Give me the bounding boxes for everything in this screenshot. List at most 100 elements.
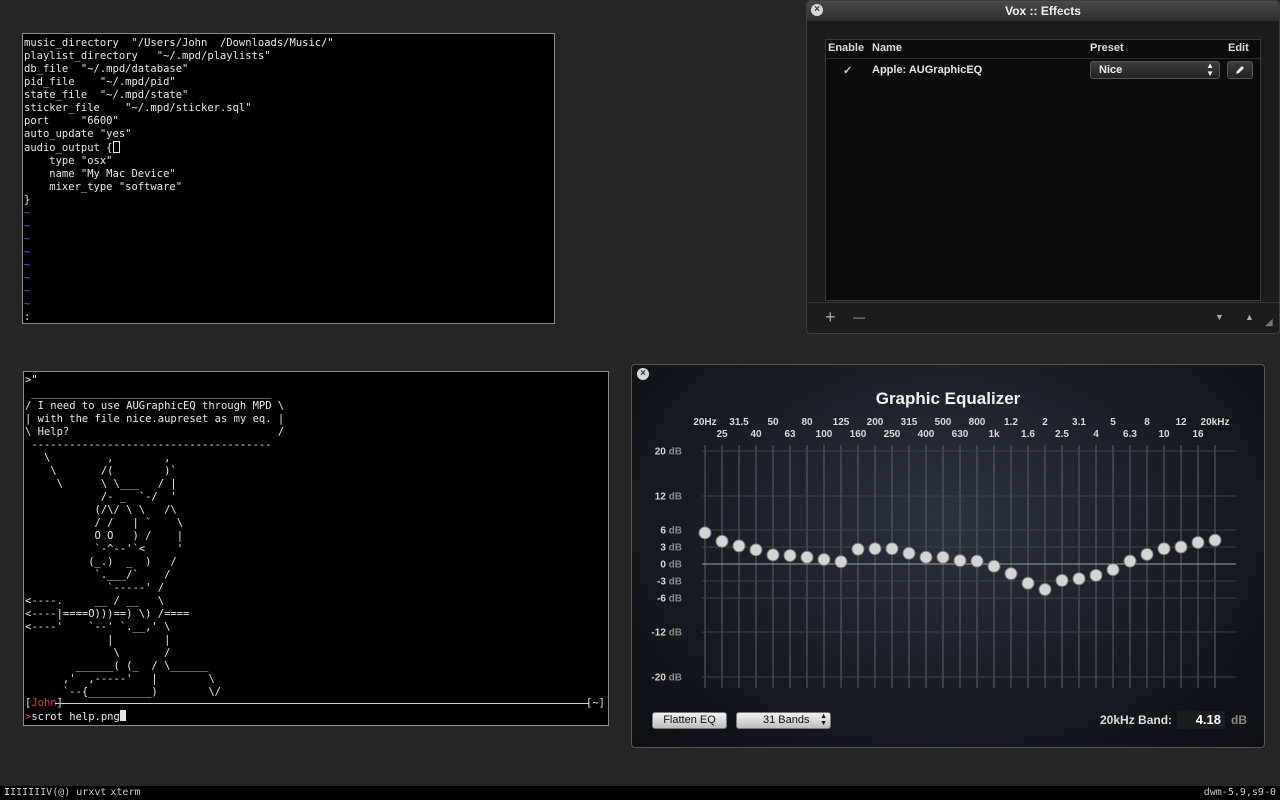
freq-label-bottom: 40 xyxy=(750,429,762,440)
preset-value: Nice xyxy=(1099,64,1123,76)
band-slider-knob[interactable] xyxy=(1055,573,1069,587)
band-slider-knob[interactable] xyxy=(970,554,984,568)
band-slider-knob[interactable] xyxy=(732,539,746,553)
band-slider-knob[interactable] xyxy=(783,549,797,562)
resize-grip-icon[interactable]: ◢ xyxy=(1265,317,1273,328)
band-slider-knob[interactable] xyxy=(766,548,780,562)
band-slider-knob[interactable] xyxy=(1191,535,1205,549)
equalizer-graph[interactable]: 20 dB12 dB6 dB3 dB0 dB-3 dB-6 dB-12 dB-2… xyxy=(632,365,1264,747)
band-slider-knob[interactable] xyxy=(1123,554,1137,568)
db-tick-label: -20 dB xyxy=(651,673,682,684)
db-unit: dB xyxy=(669,673,682,684)
db-unit: dB xyxy=(669,560,682,571)
header-edit[interactable]: Edit xyxy=(1228,42,1249,54)
band-slider-knob[interactable] xyxy=(698,526,712,540)
freq-label-top: 800 xyxy=(969,417,986,428)
effects-titlebar[interactable]: × Vox :: Effects xyxy=(807,1,1279,21)
bands-select-value: 31 Bands xyxy=(763,714,810,726)
band-slider-knob[interactable] xyxy=(817,552,831,566)
config-line: auto_update "yes" xyxy=(24,128,132,140)
band-slider-knob[interactable] xyxy=(834,555,848,569)
freq-label-top: 2 xyxy=(1042,417,1048,428)
db-tick-label: 6 dB xyxy=(660,526,682,537)
shell-prompt[interactable]: >scrot help.png xyxy=(25,710,126,724)
freq-label-bottom: 400 xyxy=(918,429,935,440)
band-slider-knob[interactable] xyxy=(953,554,967,568)
dwm-status-bar: IIIIIIIV(@) urxvt xterm dwm-5.9,s9-0 xyxy=(0,786,1280,800)
status-divider xyxy=(55,703,589,704)
dwm-tag[interactable]: IV xyxy=(40,787,52,798)
band-value-field[interactable]: 4.18 xyxy=(1177,711,1225,729)
dwm-tag[interactable]: (@) xyxy=(52,787,70,798)
pencil-icon xyxy=(1236,66,1244,74)
freq-label-bottom: 6.3 xyxy=(1123,429,1137,440)
band-slider-knob[interactable] xyxy=(1021,576,1035,590)
band-slider-knob[interactable] xyxy=(1089,568,1103,582)
band-slider-knob[interactable] xyxy=(885,542,899,556)
remove-icon[interactable]: — xyxy=(853,310,865,324)
effects-window[interactable]: × Vox :: Effects Enable Name Preset Edit… xyxy=(806,0,1280,334)
config-line: audio_output { xyxy=(24,142,113,154)
band-label: 20kHz Band: xyxy=(1100,713,1173,727)
config-line: pid_file "~/.mpd/pid" xyxy=(24,76,176,88)
freq-label-top: 8 xyxy=(1144,417,1150,428)
vim-command-line[interactable]: : xyxy=(24,311,554,323)
bands-select[interactable]: 31 Bands ▲ ▼ xyxy=(736,712,831,729)
move-up-icon[interactable]: ▲ xyxy=(1245,312,1254,322)
header-preset[interactable]: Preset xyxy=(1090,42,1124,54)
freq-label-top: 50 xyxy=(767,417,779,428)
freq-label-top: 20kHz xyxy=(1201,417,1230,428)
flatten-eq-button[interactable]: Flatten EQ xyxy=(652,712,727,729)
table-row[interactable]: ✓ Apple: AUGraphicEQ Nice ▲ ▼ xyxy=(826,59,1260,81)
preset-select[interactable]: Nice ▲ ▼ xyxy=(1090,61,1220,79)
dwm-window-title[interactable]: urxvt xyxy=(76,787,106,798)
dwm-tag[interactable]: II xyxy=(10,787,22,798)
config-line: } xyxy=(24,194,31,206)
select-arrows-icon: ▲ ▼ xyxy=(1206,61,1214,78)
equalizer-window[interactable]: × Graphic Equalizer 20 dB 12 dB 6 dB 3 dB 0 … xyxy=(631,364,1265,748)
tmux-status-bar: [John] [~] xyxy=(25,697,607,710)
band-slider-knob[interactable] xyxy=(1038,583,1052,596)
db-unit: dB xyxy=(669,577,682,588)
move-down-icon[interactable]: ▼ xyxy=(1215,312,1224,322)
db-tick-label: -6 dB xyxy=(657,594,682,605)
band-slider-knob[interactable] xyxy=(1106,563,1120,577)
dwm-tag[interactable]: III xyxy=(22,787,40,798)
db-unit: dB xyxy=(669,492,682,503)
config-line: music_directory "/Users/John /Downloads/… xyxy=(24,37,334,49)
band-slider-knob[interactable] xyxy=(1140,547,1154,561)
band-slider-knob[interactable] xyxy=(1072,572,1086,586)
shell-command[interactable]: scrot help.png xyxy=(31,711,120,723)
close-icon[interactable]: × xyxy=(811,4,823,16)
band-slider-knob[interactable] xyxy=(868,542,882,556)
db-tick-label: 0 dB xyxy=(660,560,682,571)
dwm-window-title[interactable]: xterm xyxy=(110,787,140,798)
band-slider-knob[interactable] xyxy=(749,543,763,557)
band-slider-knob[interactable] xyxy=(987,559,1001,573)
header-enable[interactable]: Enable xyxy=(828,42,864,54)
freq-label-bottom: 4 xyxy=(1093,429,1099,440)
band-slider-knob[interactable] xyxy=(715,534,729,548)
band-slider-knob[interactable] xyxy=(1004,567,1018,581)
config-line: port "6600" xyxy=(24,115,119,127)
band-slider-knob[interactable] xyxy=(1208,533,1222,547)
header-name[interactable]: Name xyxy=(872,42,902,54)
cowsay-terminal-window[interactable]: >" _____________________________________… xyxy=(23,371,609,726)
enable-checkbox[interactable]: ✓ xyxy=(843,64,852,77)
freq-label-bottom: 25 xyxy=(716,429,728,440)
band-slider-knob[interactable] xyxy=(936,550,950,564)
effects-table: Enable Name Preset Edit ✓ Apple: AUGraph… xyxy=(825,39,1261,301)
db-unit: dB xyxy=(669,628,682,639)
vim-terminal-window[interactable]: music_directory "/Users/John /Downloads/… xyxy=(22,33,555,324)
add-icon[interactable]: + xyxy=(825,307,836,328)
edit-button[interactable] xyxy=(1227,61,1253,79)
freq-label-top: 1.2 xyxy=(1004,417,1018,428)
db-tick-label: 12 dB xyxy=(655,492,682,503)
band-slider-knob[interactable] xyxy=(902,546,916,560)
config-line: state_file "~/.mpd/state" xyxy=(24,89,189,101)
band-slider-knob[interactable] xyxy=(1157,542,1171,556)
band-slider-knob[interactable] xyxy=(1174,540,1188,554)
band-slider-knob[interactable] xyxy=(919,550,933,564)
band-slider-knob[interactable] xyxy=(851,542,865,556)
band-slider-knob[interactable] xyxy=(800,550,814,564)
